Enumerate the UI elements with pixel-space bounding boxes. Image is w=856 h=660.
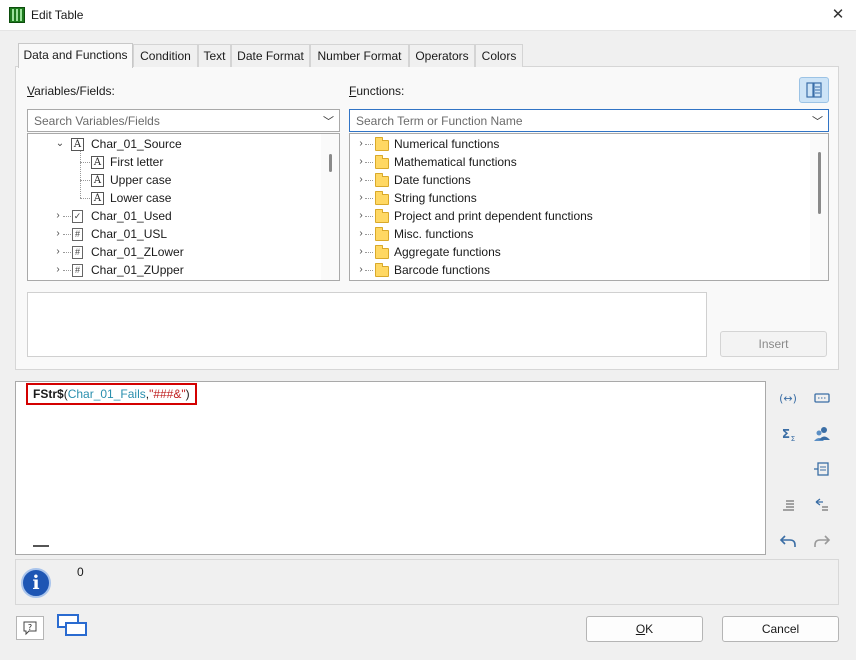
chevron-right-icon[interactable]: › bbox=[53, 225, 63, 243]
chevron-right-icon[interactable]: › bbox=[53, 207, 63, 225]
insert-field-icon[interactable] bbox=[811, 458, 833, 480]
functions-search-combo[interactable]: Search Term or Function Name ﹀ bbox=[349, 109, 829, 132]
folder-icon bbox=[375, 155, 389, 169]
functions-search-placeholder: Search Term or Function Name bbox=[356, 114, 523, 128]
tree-item-barcode-functions[interactable]: › Barcode functions bbox=[350, 261, 810, 279]
variables-fields-label: Variables/Fields: bbox=[27, 84, 115, 98]
chevron-down-icon[interactable]: ﹀ bbox=[323, 113, 334, 129]
outdent-icon[interactable] bbox=[811, 494, 833, 516]
cancel-button[interactable]: Cancel bbox=[722, 616, 839, 642]
undo-icon[interactable] bbox=[777, 530, 799, 552]
svg-text:?: ? bbox=[28, 623, 32, 632]
scrollbar-thumb[interactable] bbox=[329, 154, 332, 172]
chevron-right-icon[interactable]: › bbox=[53, 243, 63, 261]
users-icon[interactable] bbox=[811, 423, 833, 445]
chevron-down-icon[interactable]: ﹀ bbox=[812, 113, 823, 129]
info-icon: i bbox=[21, 568, 51, 598]
chevron-down-icon[interactable]: ⌄ bbox=[55, 135, 65, 153]
tree-item-upper-case[interactable]: A Upper case bbox=[28, 171, 318, 189]
tree-item-misc-functions[interactable]: › Misc. functions bbox=[350, 225, 810, 243]
numeric-field-icon: # bbox=[72, 246, 83, 259]
folder-icon bbox=[375, 209, 389, 223]
help-bubble-icon: ? bbox=[23, 621, 37, 636]
tree-item-aggregate-functions[interactable]: › Aggregate functions bbox=[350, 243, 810, 261]
window-title: Edit Table bbox=[31, 8, 84, 22]
tree-item-first-letter[interactable]: A First letter bbox=[28, 153, 318, 171]
result-panel: i 0 bbox=[15, 559, 839, 605]
tree-item-lower-case[interactable]: A Lower case bbox=[28, 189, 318, 207]
help-button[interactable]: ? bbox=[16, 616, 44, 640]
functions-scrollbar[interactable] bbox=[810, 134, 828, 280]
tab-data-and-functions[interactable]: Data and Functions bbox=[18, 43, 133, 68]
insert-button[interactable]: Insert bbox=[720, 331, 827, 357]
table-app-icon bbox=[9, 7, 25, 23]
tree-item-mathematical-functions[interactable]: › Mathematical functions bbox=[350, 153, 810, 171]
tab-operators[interactable]: Operators bbox=[409, 44, 475, 67]
folder-icon bbox=[375, 137, 389, 151]
formula-editor[interactable]: FStr$(Char_01_Fails,"###&") bbox=[15, 381, 766, 555]
folder-icon bbox=[375, 227, 389, 241]
ok-button[interactable]: OK bbox=[586, 616, 703, 642]
tree-item-char-01-zupper[interactable]: › # Char_01_ZUpper bbox=[28, 261, 318, 279]
scrollbar-thumb[interactable] bbox=[818, 152, 821, 214]
tree-item-date-functions[interactable]: › Date functions bbox=[350, 171, 810, 189]
svg-text:(↔): (↔) bbox=[779, 392, 797, 405]
tree-item-project-and-print-functions[interactable]: › Project and print dependent functions bbox=[350, 207, 810, 225]
numeric-field-icon: # bbox=[72, 264, 83, 277]
text-field-icon: A bbox=[91, 156, 104, 169]
functions-label: Functions: bbox=[349, 84, 405, 98]
list-view-icon bbox=[806, 82, 822, 98]
tab-date-format[interactable]: Date Format bbox=[231, 44, 310, 67]
variables-tree[interactable]: ⌄ A Char_01_Source A First letter A Uppe… bbox=[27, 133, 340, 281]
field-wizard-icon[interactable] bbox=[811, 387, 833, 409]
svg-text:Σ: Σ bbox=[791, 435, 795, 443]
functions-tree[interactable]: › Numerical functions › Mathematical fun… bbox=[349, 133, 829, 281]
indent-icon[interactable] bbox=[777, 494, 799, 516]
text-field-icon: A bbox=[91, 192, 104, 205]
tree-item-char-01-usl[interactable]: › # Char_01_USL bbox=[28, 225, 318, 243]
redo-icon[interactable] bbox=[811, 530, 833, 552]
windows-icon[interactable] bbox=[57, 614, 91, 642]
variables-search-combo[interactable]: Search Variables/Fields ﹀ bbox=[27, 109, 340, 132]
variable-wizard-icon[interactable]: (↔) bbox=[777, 387, 799, 409]
tree-item-numerical-functions[interactable]: › Numerical functions bbox=[350, 135, 810, 153]
text-field-icon: A bbox=[71, 138, 84, 151]
result-value: 0 bbox=[77, 565, 84, 579]
chevron-right-icon[interactable]: › bbox=[53, 261, 63, 279]
variables-scrollbar[interactable] bbox=[321, 134, 339, 280]
svg-text:Σ: Σ bbox=[782, 427, 790, 441]
tab-colors[interactable]: Colors bbox=[475, 44, 523, 67]
tree-item-char-01-source[interactable]: ⌄ A Char_01_Source bbox=[28, 135, 318, 153]
title-bar: Edit Table ✕ bbox=[0, 0, 856, 31]
boolean-field-icon: ✓ bbox=[72, 210, 83, 223]
folder-icon bbox=[375, 173, 389, 187]
folder-icon bbox=[375, 191, 389, 205]
tree-item-char-01-zlower[interactable]: › # Char_01_ZLower bbox=[28, 243, 318, 261]
tab-number-format[interactable]: Number Format bbox=[310, 44, 409, 67]
toggle-description-button[interactable] bbox=[799, 77, 829, 103]
function-description-box bbox=[27, 292, 707, 357]
tree-item-string-functions[interactable]: › String functions bbox=[350, 189, 810, 207]
tab-text[interactable]: Text bbox=[198, 44, 231, 67]
editor-splitter[interactable] bbox=[33, 545, 49, 547]
close-button[interactable]: ✕ bbox=[826, 4, 850, 26]
variables-search-placeholder: Search Variables/Fields bbox=[34, 114, 160, 128]
tree-item-char-01-used[interactable]: › ✓ Char_01_Used bbox=[28, 207, 318, 225]
folder-icon bbox=[375, 263, 389, 277]
folder-icon bbox=[375, 245, 389, 259]
tab-condition[interactable]: Condition bbox=[133, 44, 198, 67]
text-field-icon: A bbox=[91, 174, 104, 187]
formula-expression: FStr$(Char_01_Fails,"###&") bbox=[26, 383, 197, 405]
sum-icon[interactable]: ΣΣ bbox=[777, 423, 799, 445]
numeric-field-icon: # bbox=[72, 228, 83, 241]
